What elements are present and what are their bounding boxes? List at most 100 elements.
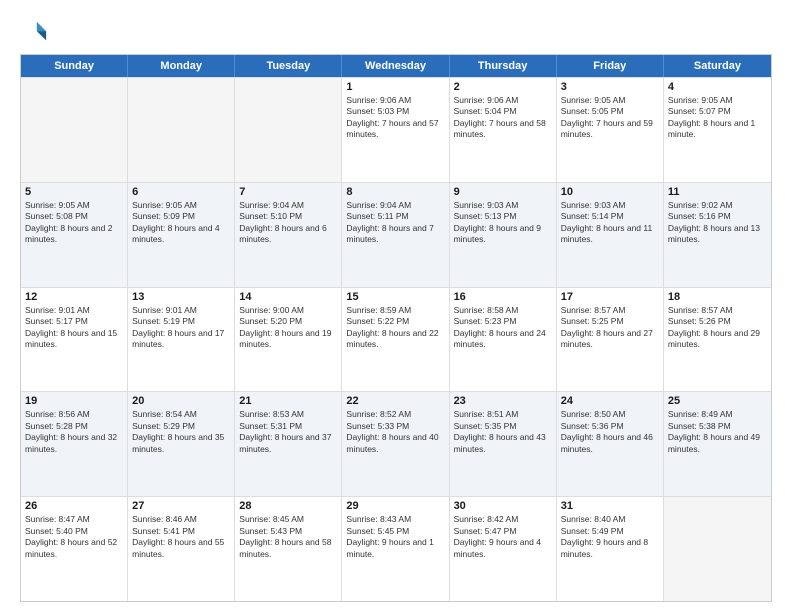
cal-cell-8: 8 Sunrise: 9:04 AMSunset: 5:11 PMDayligh… <box>342 183 449 287</box>
cell-info: Sunrise: 9:04 AMSunset: 5:11 PMDaylight:… <box>346 200 444 246</box>
cell-info: Sunrise: 8:57 AMSunset: 5:26 PMDaylight:… <box>668 305 767 351</box>
calendar-row-3: 12 Sunrise: 9:01 AMSunset: 5:17 PMDaylig… <box>21 287 771 392</box>
calendar-row-2: 5 Sunrise: 9:05 AMSunset: 5:08 PMDayligh… <box>21 182 771 287</box>
header-cell-saturday: Saturday <box>664 55 771 77</box>
cell-info: Sunrise: 8:47 AMSunset: 5:40 PMDaylight:… <box>25 514 123 560</box>
day-number: 8 <box>346 186 444 198</box>
cal-cell-14: 14 Sunrise: 9:00 AMSunset: 5:20 PMDaylig… <box>235 288 342 392</box>
cal-cell-24: 24 Sunrise: 8:50 AMSunset: 5:36 PMDaylig… <box>557 392 664 496</box>
cal-cell-2: 2 Sunrise: 9:06 AMSunset: 5:04 PMDayligh… <box>450 78 557 182</box>
cal-cell-31: 31 Sunrise: 8:40 AMSunset: 5:49 PMDaylig… <box>557 497 664 601</box>
cal-cell-18: 18 Sunrise: 8:57 AMSunset: 5:26 PMDaylig… <box>664 288 771 392</box>
day-number: 22 <box>346 395 444 407</box>
header-cell-wednesday: Wednesday <box>342 55 449 77</box>
cell-info: Sunrise: 9:06 AMSunset: 5:03 PMDaylight:… <box>346 95 444 141</box>
header-cell-thursday: Thursday <box>450 55 557 77</box>
cell-info: Sunrise: 9:01 AMSunset: 5:19 PMDaylight:… <box>132 305 230 351</box>
cal-cell-30: 30 Sunrise: 8:42 AMSunset: 5:47 PMDaylig… <box>450 497 557 601</box>
cell-info: Sunrise: 9:05 AMSunset: 5:08 PMDaylight:… <box>25 200 123 246</box>
cell-info: Sunrise: 9:05 AMSunset: 5:07 PMDaylight:… <box>668 95 767 141</box>
calendar-row-4: 19 Sunrise: 8:56 AMSunset: 5:28 PMDaylig… <box>21 391 771 496</box>
day-number: 15 <box>346 291 444 303</box>
cal-cell-27: 27 Sunrise: 8:46 AMSunset: 5:41 PMDaylig… <box>128 497 235 601</box>
cell-info: Sunrise: 8:51 AMSunset: 5:35 PMDaylight:… <box>454 409 552 455</box>
cell-info: Sunrise: 8:57 AMSunset: 5:25 PMDaylight:… <box>561 305 659 351</box>
cal-cell-10: 10 Sunrise: 9:03 AMSunset: 5:14 PMDaylig… <box>557 183 664 287</box>
cal-cell-28: 28 Sunrise: 8:45 AMSunset: 5:43 PMDaylig… <box>235 497 342 601</box>
calendar-row-1: 1 Sunrise: 9:06 AMSunset: 5:03 PMDayligh… <box>21 77 771 182</box>
calendar-row-5: 26 Sunrise: 8:47 AMSunset: 5:40 PMDaylig… <box>21 496 771 601</box>
day-number: 6 <box>132 186 230 198</box>
day-number: 11 <box>668 186 767 198</box>
cal-cell-empty-1 <box>128 78 235 182</box>
cell-info: Sunrise: 9:03 AMSunset: 5:14 PMDaylight:… <box>561 200 659 246</box>
cell-info: Sunrise: 9:04 AMSunset: 5:10 PMDaylight:… <box>239 200 337 246</box>
day-number: 13 <box>132 291 230 303</box>
cal-cell-15: 15 Sunrise: 8:59 AMSunset: 5:22 PMDaylig… <box>342 288 449 392</box>
calendar-body: 1 Sunrise: 9:06 AMSunset: 5:03 PMDayligh… <box>21 77 771 601</box>
day-number: 24 <box>561 395 659 407</box>
cal-cell-26: 26 Sunrise: 8:47 AMSunset: 5:40 PMDaylig… <box>21 497 128 601</box>
cal-cell-13: 13 Sunrise: 9:01 AMSunset: 5:19 PMDaylig… <box>128 288 235 392</box>
day-number: 17 <box>561 291 659 303</box>
day-number: 25 <box>668 395 767 407</box>
cell-info: Sunrise: 8:50 AMSunset: 5:36 PMDaylight:… <box>561 409 659 455</box>
header-cell-sunday: Sunday <box>21 55 128 77</box>
day-number: 27 <box>132 500 230 512</box>
cal-cell-16: 16 Sunrise: 8:58 AMSunset: 5:23 PMDaylig… <box>450 288 557 392</box>
day-number: 31 <box>561 500 659 512</box>
cell-info: Sunrise: 9:06 AMSunset: 5:04 PMDaylight:… <box>454 95 552 141</box>
cell-info: Sunrise: 9:02 AMSunset: 5:16 PMDaylight:… <box>668 200 767 246</box>
cal-cell-29: 29 Sunrise: 8:43 AMSunset: 5:45 PMDaylig… <box>342 497 449 601</box>
cal-cell-4: 4 Sunrise: 9:05 AMSunset: 5:07 PMDayligh… <box>664 78 771 182</box>
day-number: 10 <box>561 186 659 198</box>
day-number: 28 <box>239 500 337 512</box>
cal-cell-empty-2 <box>235 78 342 182</box>
top-section <box>20 18 772 46</box>
cal-cell-22: 22 Sunrise: 8:52 AMSunset: 5:33 PMDaylig… <box>342 392 449 496</box>
cal-cell-3: 3 Sunrise: 9:05 AMSunset: 5:05 PMDayligh… <box>557 78 664 182</box>
cal-cell-1: 1 Sunrise: 9:06 AMSunset: 5:03 PMDayligh… <box>342 78 449 182</box>
cell-info: Sunrise: 8:52 AMSunset: 5:33 PMDaylight:… <box>346 409 444 455</box>
header-cell-monday: Monday <box>128 55 235 77</box>
day-number: 26 <box>25 500 123 512</box>
day-number: 3 <box>561 81 659 93</box>
cell-info: Sunrise: 8:43 AMSunset: 5:45 PMDaylight:… <box>346 514 444 560</box>
day-number: 20 <box>132 395 230 407</box>
cell-info: Sunrise: 9:05 AMSunset: 5:05 PMDaylight:… <box>561 95 659 141</box>
cell-info: Sunrise: 9:05 AMSunset: 5:09 PMDaylight:… <box>132 200 230 246</box>
day-number: 30 <box>454 500 552 512</box>
cal-cell-7: 7 Sunrise: 9:04 AMSunset: 5:10 PMDayligh… <box>235 183 342 287</box>
cal-cell-21: 21 Sunrise: 8:53 AMSunset: 5:31 PMDaylig… <box>235 392 342 496</box>
logo <box>20 18 52 46</box>
day-number: 29 <box>346 500 444 512</box>
day-number: 19 <box>25 395 123 407</box>
day-number: 1 <box>346 81 444 93</box>
cal-cell-empty-6 <box>664 497 771 601</box>
cal-cell-5: 5 Sunrise: 9:05 AMSunset: 5:08 PMDayligh… <box>21 183 128 287</box>
cell-info: Sunrise: 8:45 AMSunset: 5:43 PMDaylight:… <box>239 514 337 560</box>
day-number: 5 <box>25 186 123 198</box>
page: SundayMondayTuesdayWednesdayThursdayFrid… <box>0 0 792 612</box>
day-number: 7 <box>239 186 337 198</box>
header-cell-tuesday: Tuesday <box>235 55 342 77</box>
cal-cell-empty-0 <box>21 78 128 182</box>
cell-info: Sunrise: 8:59 AMSunset: 5:22 PMDaylight:… <box>346 305 444 351</box>
cal-cell-25: 25 Sunrise: 8:49 AMSunset: 5:38 PMDaylig… <box>664 392 771 496</box>
calendar: SundayMondayTuesdayWednesdayThursdayFrid… <box>20 54 772 602</box>
cal-cell-12: 12 Sunrise: 9:01 AMSunset: 5:17 PMDaylig… <box>21 288 128 392</box>
header-cell-friday: Friday <box>557 55 664 77</box>
day-number: 12 <box>25 291 123 303</box>
day-number: 9 <box>454 186 552 198</box>
cal-cell-19: 19 Sunrise: 8:56 AMSunset: 5:28 PMDaylig… <box>21 392 128 496</box>
cell-info: Sunrise: 8:46 AMSunset: 5:41 PMDaylight:… <box>132 514 230 560</box>
cal-cell-6: 6 Sunrise: 9:05 AMSunset: 5:09 PMDayligh… <box>128 183 235 287</box>
day-number: 23 <box>454 395 552 407</box>
cal-cell-23: 23 Sunrise: 8:51 AMSunset: 5:35 PMDaylig… <box>450 392 557 496</box>
day-number: 18 <box>668 291 767 303</box>
day-number: 2 <box>454 81 552 93</box>
day-number: 14 <box>239 291 337 303</box>
logo-icon <box>20 18 48 46</box>
cell-info: Sunrise: 8:42 AMSunset: 5:47 PMDaylight:… <box>454 514 552 560</box>
cell-info: Sunrise: 8:53 AMSunset: 5:31 PMDaylight:… <box>239 409 337 455</box>
